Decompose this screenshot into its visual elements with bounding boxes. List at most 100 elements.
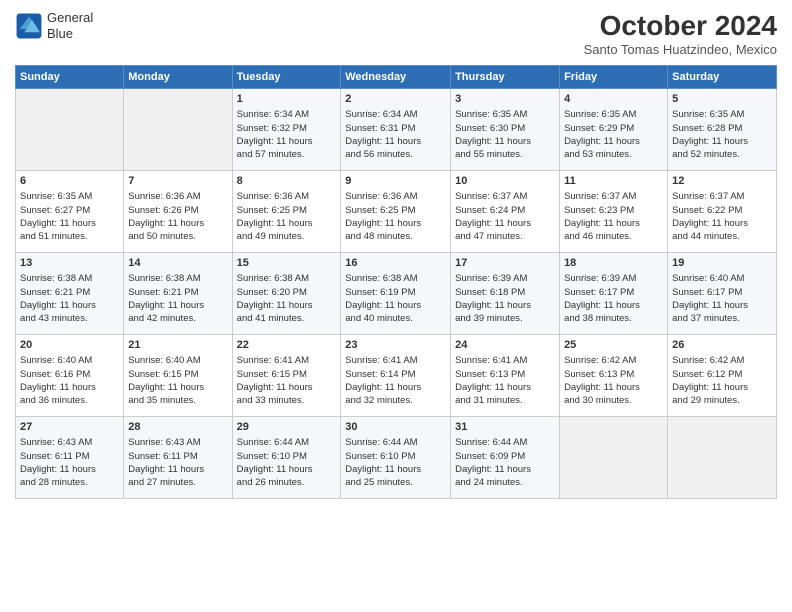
day-info: Daylight: 11 hours [564,381,663,394]
day-info: Sunrise: 6:38 AM [237,272,337,285]
calendar-table: SundayMondayTuesdayWednesdayThursdayFrid… [15,65,777,499]
day-info: Sunset: 6:24 PM [455,204,555,217]
day-info: Sunrise: 6:40 AM [672,272,772,285]
day-info: and 37 minutes. [672,312,772,325]
day-info: Sunset: 6:12 PM [672,368,772,381]
calendar-cell: 15Sunrise: 6:38 AMSunset: 6:20 PMDayligh… [232,253,341,335]
day-info: Sunset: 6:25 PM [237,204,337,217]
calendar-cell: 8Sunrise: 6:36 AMSunset: 6:25 PMDaylight… [232,171,341,253]
day-info: and 57 minutes. [237,148,337,161]
day-info: and 35 minutes. [128,394,227,407]
day-info: Sunset: 6:15 PM [128,368,227,381]
day-info: Sunrise: 6:35 AM [564,108,663,121]
day-info: Daylight: 11 hours [237,299,337,312]
day-number: 9 [345,174,446,189]
day-number: 15 [237,256,337,271]
logo: General Blue [15,10,93,41]
day-number: 12 [672,174,772,189]
day-info: Daylight: 11 hours [345,217,446,230]
day-info: Daylight: 11 hours [128,217,227,230]
day-info: and 47 minutes. [455,230,555,243]
day-info: Daylight: 11 hours [455,463,555,476]
day-info: Sunset: 6:21 PM [20,286,119,299]
day-number: 2 [345,92,446,107]
day-info: Sunrise: 6:41 AM [345,354,446,367]
day-number: 31 [455,420,555,435]
day-info: and 39 minutes. [455,312,555,325]
day-info: Sunset: 6:30 PM [455,122,555,135]
day-number: 7 [128,174,227,189]
day-info: Daylight: 11 hours [672,381,772,394]
day-info: and 50 minutes. [128,230,227,243]
day-info: Daylight: 11 hours [564,299,663,312]
day-info: Sunset: 6:18 PM [455,286,555,299]
day-number: 29 [237,420,337,435]
day-info: Daylight: 11 hours [20,299,119,312]
calendar-cell: 11Sunrise: 6:37 AMSunset: 6:23 PMDayligh… [560,171,668,253]
calendar-cell: 7Sunrise: 6:36 AMSunset: 6:26 PMDaylight… [124,171,232,253]
calendar-cell: 28Sunrise: 6:43 AMSunset: 6:11 PMDayligh… [124,417,232,499]
day-info: Sunrise: 6:42 AM [672,354,772,367]
weekday-header-thursday: Thursday [451,66,560,89]
day-number: 22 [237,338,337,353]
day-number: 5 [672,92,772,107]
title-section: October 2024 Santo Tomas Huatzindeo, Mex… [584,10,777,57]
day-info: Sunrise: 6:37 AM [455,190,555,203]
day-info: Daylight: 11 hours [672,299,772,312]
day-info: Sunset: 6:17 PM [564,286,663,299]
day-info: and 49 minutes. [237,230,337,243]
day-info: Sunrise: 6:41 AM [237,354,337,367]
day-info: Sunrise: 6:38 AM [128,272,227,285]
day-info: Sunrise: 6:39 AM [564,272,663,285]
day-info: Sunrise: 6:42 AM [564,354,663,367]
day-info: Sunset: 6:10 PM [237,450,337,463]
day-number: 19 [672,256,772,271]
calendar-cell: 19Sunrise: 6:40 AMSunset: 6:17 PMDayligh… [668,253,777,335]
day-info: and 52 minutes. [672,148,772,161]
day-info: Sunset: 6:27 PM [20,204,119,217]
calendar-cell: 16Sunrise: 6:38 AMSunset: 6:19 PMDayligh… [341,253,451,335]
day-info: and 44 minutes. [672,230,772,243]
calendar-cell: 6Sunrise: 6:35 AMSunset: 6:27 PMDaylight… [16,171,124,253]
day-info: Sunrise: 6:35 AM [672,108,772,121]
day-info: and 28 minutes. [20,476,119,489]
day-info: Sunrise: 6:34 AM [345,108,446,121]
day-info: Daylight: 11 hours [237,217,337,230]
calendar-cell: 12Sunrise: 6:37 AMSunset: 6:22 PMDayligh… [668,171,777,253]
day-info: and 53 minutes. [564,148,663,161]
day-info: Daylight: 11 hours [564,135,663,148]
day-info: Daylight: 11 hours [672,217,772,230]
calendar-week-1: 1Sunrise: 6:34 AMSunset: 6:32 PMDaylight… [16,89,777,171]
day-info: Daylight: 11 hours [345,463,446,476]
calendar-cell: 24Sunrise: 6:41 AMSunset: 6:13 PMDayligh… [451,335,560,417]
day-number: 3 [455,92,555,107]
calendar-cell [124,89,232,171]
calendar-cell: 23Sunrise: 6:41 AMSunset: 6:14 PMDayligh… [341,335,451,417]
calendar-cell [560,417,668,499]
day-info: Sunset: 6:13 PM [455,368,555,381]
day-info: Daylight: 11 hours [237,135,337,148]
day-info: Sunrise: 6:36 AM [128,190,227,203]
day-info: Sunset: 6:25 PM [345,204,446,217]
day-info: Sunset: 6:32 PM [237,122,337,135]
day-info: Sunset: 6:16 PM [20,368,119,381]
day-info: Sunset: 6:11 PM [20,450,119,463]
day-number: 26 [672,338,772,353]
calendar-cell: 4Sunrise: 6:35 AMSunset: 6:29 PMDaylight… [560,89,668,171]
day-info: Sunrise: 6:44 AM [237,436,337,449]
day-info: Sunrise: 6:37 AM [564,190,663,203]
day-number: 25 [564,338,663,353]
calendar-cell: 31Sunrise: 6:44 AMSunset: 6:09 PMDayligh… [451,417,560,499]
day-info: Sunrise: 6:36 AM [345,190,446,203]
calendar-header-row: SundayMondayTuesdayWednesdayThursdayFrid… [16,66,777,89]
day-info: Daylight: 11 hours [20,381,119,394]
calendar-week-4: 20Sunrise: 6:40 AMSunset: 6:16 PMDayligh… [16,335,777,417]
day-number: 8 [237,174,337,189]
day-info: and 33 minutes. [237,394,337,407]
calendar-week-2: 6Sunrise: 6:35 AMSunset: 6:27 PMDaylight… [16,171,777,253]
day-info: and 26 minutes. [237,476,337,489]
day-info: and 30 minutes. [564,394,663,407]
day-info: Sunset: 6:29 PM [564,122,663,135]
day-number: 16 [345,256,446,271]
calendar-cell: 5Sunrise: 6:35 AMSunset: 6:28 PMDaylight… [668,89,777,171]
